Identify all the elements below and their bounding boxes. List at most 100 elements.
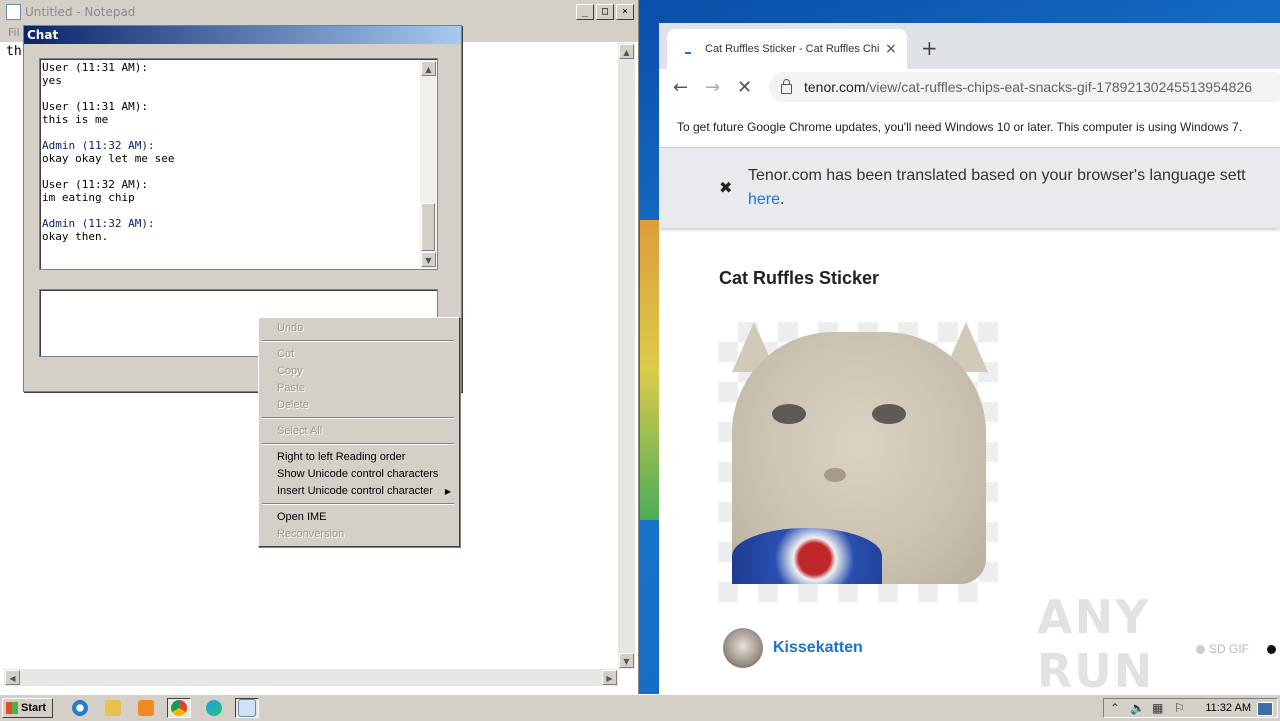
chat-scrollbar[interactable]: ▲ ▼ <box>420 60 436 268</box>
context-menu-item-label: Copy <box>277 365 303 377</box>
context-menu-item-label: Undo <box>277 322 304 334</box>
stop-loading-icon[interactable]: ✕ <box>737 77 752 98</box>
menu-file[interactable]: Fil <box>8 26 20 39</box>
author-row[interactable]: Kissekatten <box>723 628 863 668</box>
chat-message-header: User (11:31 AM): <box>42 61 148 74</box>
translate-period: . <box>780 191 785 208</box>
translate-message: Tenor.com has been translated based on y… <box>748 167 1246 184</box>
context-menu-item[interactable]: Paste <box>261 380 455 397</box>
chat-message-text: okay then. <box>42 230 109 243</box>
context-menu-item-label: Delete <box>277 399 309 411</box>
scroll-right-arrow-icon[interactable]: ▶ <box>602 670 617 685</box>
forward-arrow-icon[interactable]: → <box>705 77 720 98</box>
chat-message-text: this is me <box>42 113 109 126</box>
context-menu-item[interactable]: Cut <box>261 346 455 363</box>
notepad-icon <box>6 4 21 20</box>
cat-figure <box>732 332 986 584</box>
tab-close-icon[interactable]: × <box>885 41 897 57</box>
context-menu-item-label: Insert Unicode control character <box>277 485 433 497</box>
chat-message-text: im eating chip <box>42 191 135 204</box>
chat-titlebar[interactable]: Chat <box>24 26 461 44</box>
notepad-titlebar[interactable]: Untitled - Notepad _ □ × <box>0 0 638 24</box>
context-menu-item-label: Show Unicode control characters <box>277 468 439 480</box>
context-menu-item[interactable]: Open IME <box>261 509 455 526</box>
translate-banner: ✖ Tenor.com has been translated based on… <box>659 148 1280 228</box>
network-icon[interactable]: ▦ <box>1152 701 1163 715</box>
context-menu-item-label: Open IME <box>277 511 327 523</box>
chat-message-header: User (11:31 AM): <box>42 100 148 113</box>
sticker-image[interactable] <box>718 322 998 602</box>
menu-separator <box>262 443 454 445</box>
notepad-taskbar-icon[interactable] <box>235 698 259 718</box>
notepad-vertical-scrollbar[interactable]: ▲ ▼ <box>618 43 635 669</box>
cat-nose <box>824 468 846 482</box>
context-menu-item-label: Right to left Reading order <box>277 451 406 463</box>
new-tab-button[interactable]: + <box>921 36 938 60</box>
show-hidden-icons-icon[interactable]: ⌃ <box>1110 701 1120 715</box>
start-button[interactable]: Start <box>2 698 53 718</box>
scroll-down-arrow-icon[interactable]: ▼ <box>421 252 436 267</box>
browser-toolbar: ← → ✕ tenor.com/view/cat-ruffles-chips-e… <box>659 69 1280 107</box>
dismiss-banner-icon[interactable]: ✖ <box>719 178 732 197</box>
url-text: tenor.com/view/cat-ruffles-chips-eat-sna… <box>804 79 1252 95</box>
chat-message: User (11:32 AM): im eating chip <box>42 178 415 204</box>
chip-bag <box>732 528 882 584</box>
scroll-left-arrow-icon[interactable]: ◀ <box>5 670 20 685</box>
quality-toggle[interactable]: SD GIF <box>1196 642 1277 656</box>
context-menu-item[interactable]: Show Unicode control characters <box>261 466 455 483</box>
notepad-text: th <box>6 44 22 59</box>
show-desktop-icon[interactable] <box>1257 702 1273 716</box>
lock-icon <box>781 79 792 94</box>
chat-message-text: yes <box>42 74 62 87</box>
context-menu-item[interactable]: Right to left Reading order <box>261 449 455 466</box>
media-player-icon[interactable] <box>134 698 158 718</box>
url-path: /view/cat-ruffles-chips-eat-snacks-gif-1… <box>865 79 1253 95</box>
chrome-window: Cat Ruffles Sticker - Cat Ruffles Chips … <box>659 23 1280 694</box>
chat-log[interactable]: User (11:31 AM): yes User (11:31 AM): this … <box>39 58 438 270</box>
tab-title: Cat Ruffles Sticker - Cat Ruffles Chips <box>705 43 879 55</box>
toggle-dot-icon <box>1267 644 1277 654</box>
avatar[interactable] <box>723 628 763 668</box>
scroll-down-arrow-icon[interactable]: ▼ <box>619 653 634 668</box>
notepad-horizontal-scrollbar[interactable]: ◀ ▶ <box>4 669 618 686</box>
chat-scroll-thumb[interactable] <box>421 203 435 251</box>
menu-separator <box>262 503 454 505</box>
browser-tab[interactable]: Cat Ruffles Sticker - Cat Ruffles Chips … <box>667 29 907 69</box>
clock[interactable]: 11:32 AM <box>1205 702 1251 714</box>
internet-explorer-icon[interactable] <box>68 698 92 718</box>
context-menu-item[interactable]: Delete <box>261 397 455 414</box>
maximize-button[interactable]: □ <box>596 4 614 20</box>
file-explorer-icon[interactable] <box>101 698 125 718</box>
menu-separator <box>262 417 454 419</box>
url-domain: tenor.com <box>804 79 866 95</box>
context-menu-item[interactable]: Undo <box>261 320 455 337</box>
chat-message: User (11:31 AM): yes <box>42 61 415 87</box>
context-menu-item[interactable]: Reconversion <box>261 526 455 543</box>
back-arrow-icon[interactable]: ← <box>673 77 688 98</box>
volume-icon[interactable]: 🔈 <box>1130 701 1145 715</box>
action-center-flag-icon[interactable]: ⚐ <box>1174 701 1185 715</box>
edge-icon[interactable] <box>202 698 226 718</box>
notepad-title: Untitled - Notepad <box>25 5 136 19</box>
chat-message-header: User (11:32 AM): <box>42 178 148 191</box>
taskbar: Start ⌃ 🔈 ▦ ⚐ 11:32 AM <box>0 694 1280 721</box>
minimize-button[interactable]: _ <box>576 4 594 20</box>
desktop-wallpaper-logo <box>640 220 660 520</box>
address-bar[interactable]: tenor.com/view/cat-ruffles-chips-eat-sna… <box>769 72 1280 102</box>
system-tray: ⌃ 🔈 ▦ ⚐ 11:32 AM <box>1103 698 1278 718</box>
context-menu-item-label: Reconversion <box>277 528 345 540</box>
context-menu-item[interactable]: Copy <box>261 363 455 380</box>
scroll-up-arrow-icon[interactable]: ▲ <box>619 44 634 59</box>
context-menu-item-label: Cut <box>277 348 295 360</box>
chat-message-text: okay okay let me see <box>42 152 175 165</box>
page-title: Cat Ruffles Sticker <box>719 268 880 288</box>
chrome-taskbar-icon[interactable] <box>167 698 191 718</box>
context-menu-item[interactable]: Select All <box>261 423 455 440</box>
chat-message-header: Admin (11:32 AM): <box>42 139 155 152</box>
context-menu-item[interactable]: Insert Unicode control character ▶ <box>261 483 455 500</box>
author-name[interactable]: Kissekatten <box>773 639 863 657</box>
chat-message-header: Admin (11:32 AM): <box>42 217 155 230</box>
close-button[interactable]: × <box>616 4 634 20</box>
translate-settings-link[interactable]: here <box>748 191 780 208</box>
scroll-up-arrow-icon[interactable]: ▲ <box>421 61 436 76</box>
